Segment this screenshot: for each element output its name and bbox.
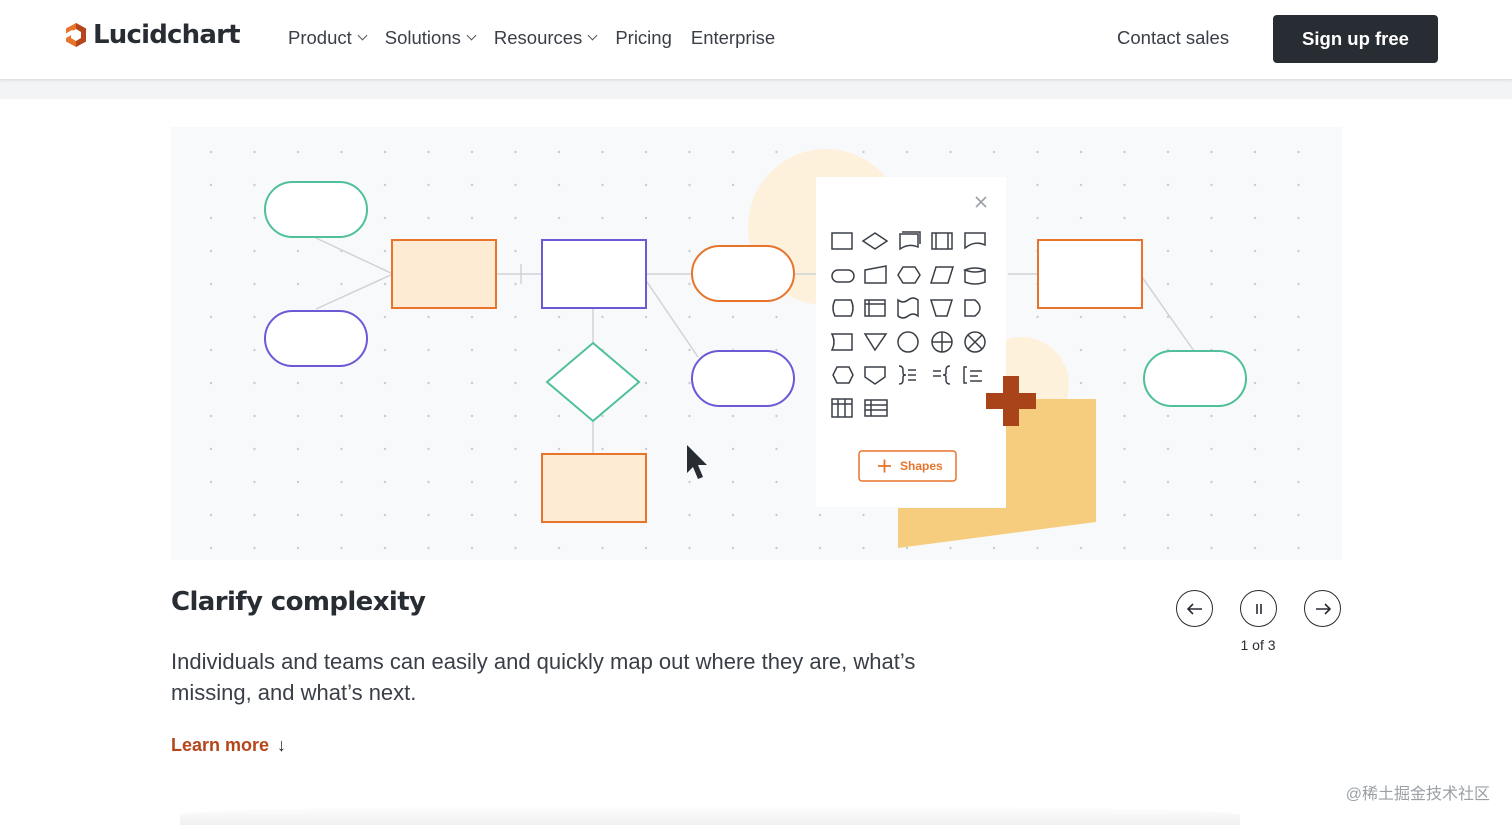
- chevron-down-icon: [357, 30, 368, 41]
- terminator-shape-purple: [264, 310, 368, 367]
- lucid-logo-icon: [64, 23, 86, 47]
- nav-enterprise-label: Enterprise: [690, 27, 776, 48]
- process-shape-orange: [391, 239, 497, 309]
- header-divider-band: [0, 79, 1512, 99]
- hero-illustration: Shapes: [171, 127, 1342, 560]
- logo-text: Lucidchart: [93, 20, 241, 50]
- shapes-button-label: Shapes: [900, 459, 943, 473]
- slide-counter: 1 of 3: [1240, 637, 1276, 653]
- next-section-shadow: [180, 805, 1240, 825]
- nav-solutions[interactable]: Solutions: [384, 27, 477, 49]
- learn-more-label: Learn more: [171, 735, 270, 755]
- chevron-down-icon: [587, 30, 598, 41]
- carousel-pause-button[interactable]: [1240, 590, 1277, 627]
- nav-solutions-label: Solutions: [384, 27, 461, 48]
- process-shape-purple: [541, 239, 647, 309]
- nav-pricing-label: Pricing: [615, 27, 672, 48]
- shapes-button[interactable]: Shapes: [858, 450, 957, 482]
- main-nav: Product Solutions Resources Pricing Ente…: [288, 27, 794, 49]
- nav-product-label: Product: [288, 27, 352, 48]
- nav-enterprise[interactable]: Enterprise: [691, 27, 775, 49]
- slide-title: Clarify complexity: [171, 587, 426, 617]
- process-shape-bottom: [541, 453, 647, 523]
- arrow-right-icon: [1315, 602, 1331, 615]
- learn-more-link[interactable]: Learn more ↓: [171, 735, 286, 756]
- chevron-down-icon: [466, 30, 477, 41]
- sign-up-button[interactable]: Sign up free: [1273, 15, 1438, 63]
- process-shape-right: [1037, 239, 1143, 309]
- flowchart-illustration: Shapes: [171, 127, 1342, 560]
- arrow-down-icon: ↓: [277, 735, 287, 755]
- pause-icon: [1255, 603, 1262, 614]
- nav-product[interactable]: Product: [288, 27, 368, 49]
- arrow-left-icon: [1186, 602, 1202, 615]
- nav-pricing[interactable]: Pricing: [615, 27, 672, 49]
- nav-resources-label: Resources: [493, 27, 583, 48]
- site-header: Lucidchart Product Solutions Resources P…: [0, 0, 1512, 79]
- terminator-shape-green: [264, 181, 368, 238]
- carousel-next-button[interactable]: [1304, 590, 1341, 627]
- terminator-shape-right: [1143, 350, 1247, 407]
- terminator-shape-orange: [691, 245, 795, 302]
- nav-resources[interactable]: Resources: [493, 27, 598, 49]
- watermark: @稀土掘金技术社区: [1345, 786, 1490, 803]
- terminator-shape-purple-2: [691, 350, 795, 407]
- contact-sales-link[interactable]: Contact sales: [1117, 27, 1229, 49]
- logo[interactable]: Lucidchart: [64, 20, 241, 50]
- carousel-prev-button[interactable]: [1176, 590, 1213, 627]
- slide-description: Individuals and teams can easily and qui…: [171, 649, 916, 705]
